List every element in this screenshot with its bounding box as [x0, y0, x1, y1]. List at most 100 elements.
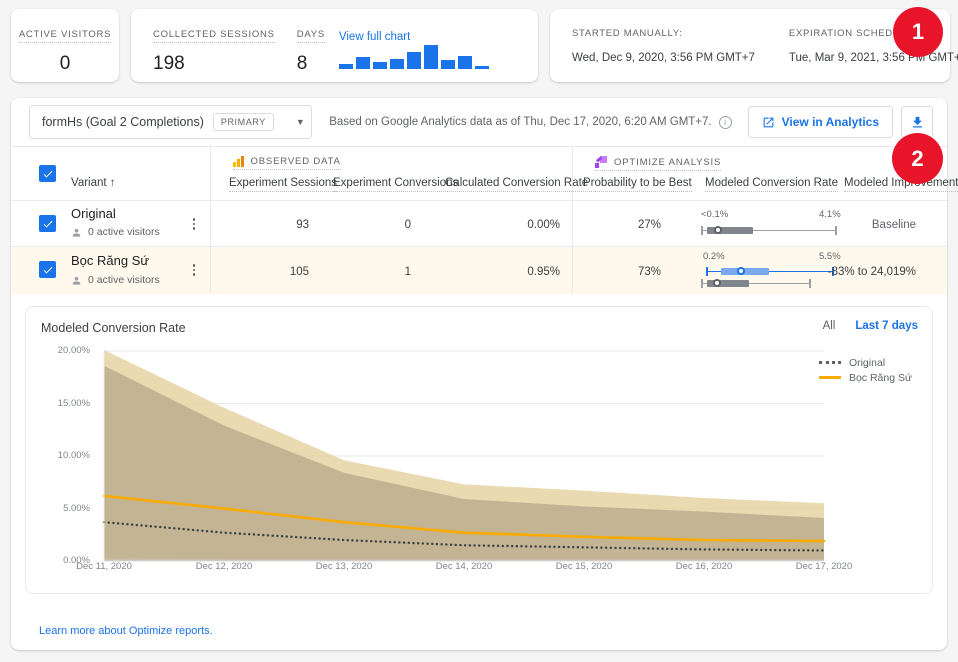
row-more-options-icon[interactable]	[186, 215, 202, 233]
active-visitors-card: ACTIVE VISITORS 0	[11, 9, 119, 82]
sparkline-bar	[474, 66, 489, 69]
cell-experiment-conversions: 0	[404, 219, 411, 231]
sessions-card: COLLECTED SESSIONS 198 DAYS 8 View full …	[131, 9, 538, 82]
sparkline-bar	[389, 59, 404, 69]
collected-sessions-value: 198	[153, 53, 185, 74]
callout-badge-2: 2	[892, 133, 943, 184]
goal-select-value: formHs (Goal 2 Completions)	[42, 115, 204, 129]
row-checkbox[interactable]	[39, 261, 56, 278]
goal-select[interactable]: formHs (Goal 2 Completions) PRIMARY ▼	[29, 105, 312, 139]
variant-name: Bọc Răng Sứ	[71, 253, 150, 268]
table-row: Bọc Răng Sứ 0 active visitors 105 1 0.95…	[11, 246, 947, 294]
column-header-variant[interactable]: Variant ↑	[71, 177, 116, 191]
started-manually-label: STARTED MANUALLY:	[572, 28, 683, 39]
column-header-probability-to-be-best[interactable]: Probability to be Best	[583, 177, 692, 192]
chart-title: Modeled Conversion Rate	[41, 321, 186, 335]
days-value: 8	[296, 53, 308, 74]
interval-high-label: 5.5%	[819, 251, 841, 262]
chart-y-tick-label: 15.00%	[57, 397, 90, 409]
cell-calculated-conversion-rate: 0.00%	[527, 219, 560, 231]
days-label: DAYS	[296, 29, 325, 43]
chart-range-controls: All Last 7 days	[823, 320, 918, 332]
cell-experiment-conversions: 1	[404, 266, 411, 278]
learn-more-link[interactable]: Learn more about Optimize reports.	[39, 625, 213, 637]
optimize-icon	[595, 156, 607, 168]
interval-low-label: 0.2%	[703, 251, 725, 262]
range-option-last-7-days[interactable]: Last 7 days	[855, 320, 918, 332]
download-icon	[912, 116, 922, 127]
external-link-icon	[763, 117, 773, 127]
chart-x-tick-label: Dec 11, 2020	[76, 561, 132, 572]
row-checkbox[interactable]	[39, 215, 56, 232]
chevron-down-icon: ▼	[295, 117, 305, 127]
days-block: DAYS 8	[296, 24, 325, 82]
optimize-experiment-report: ACTIVE VISITORS 0 COLLECTED SESSIONS 198…	[0, 0, 958, 662]
active-visitors-text: 0 active visitors	[88, 226, 160, 238]
cell-calculated-conversion-rate: 0.95%	[527, 266, 560, 278]
header-divider-2	[572, 147, 573, 201]
callout-badge-1: 1	[893, 7, 943, 57]
report-panel: formHs (Goal 2 Completions) PRIMARY ▼ Ba…	[11, 98, 958, 650]
chart-y-tick-label: 20.00%	[57, 345, 90, 356]
chart-x-tick-label: Dec 12, 2020	[195, 561, 253, 572]
bar-chart-icon	[233, 156, 244, 167]
header-divider-1	[210, 147, 211, 201]
sparkline-bar	[406, 52, 421, 69]
chart-x-tick-label: Dec 16, 2020	[675, 561, 733, 572]
cell-experiment-sessions: 105	[289, 266, 309, 278]
column-header-experiment-sessions[interactable]: Experiment Sessions	[229, 177, 338, 192]
cell-probability-to-be-best: 73%	[637, 266, 661, 278]
person-icon	[72, 276, 81, 285]
range-option-all[interactable]: All	[823, 320, 836, 332]
person-icon	[72, 228, 81, 237]
variant-active-visitors: 0 active visitors	[71, 226, 160, 238]
toolbar-right-group: Based on Google Analytics data as of Thu…	[329, 106, 933, 138]
info-icon[interactable]: i	[718, 115, 732, 129]
results-table-header: OBSERVED DATA OPTIMIZE ANALYSIS Variant …	[11, 146, 958, 201]
cell-modeled-improvement: Baseline	[871, 219, 916, 231]
view-full-chart-link[interactable]: View full chart	[339, 31, 489, 43]
column-header-modeled-conversion-rate[interactable]: Modeled Conversion Rate	[705, 177, 838, 192]
chart-y-tick-label: 5.00%	[63, 502, 90, 514]
row-more-options-icon[interactable]	[186, 261, 202, 279]
active-visitors-value: 0	[59, 53, 71, 74]
sparkline-block: View full chart	[338, 30, 489, 82]
table-row: Original 0 active visitors 93 0 0.00% 27…	[11, 200, 947, 246]
summary-cards-row: ACTIVE VISITORS 0 COLLECTED SESSIONS 198…	[11, 9, 958, 82]
observed-data-group-label: OBSERVED DATA	[233, 156, 341, 170]
goal-primary-badge: PRIMARY	[212, 113, 274, 131]
collected-sessions-label: COLLECTED SESSIONS	[153, 29, 275, 43]
view-in-analytics-button[interactable]: View in Analytics	[747, 106, 893, 138]
chart-x-tick-label: Dec 17, 2020	[795, 561, 853, 572]
interval-track-baseline	[701, 278, 841, 288]
observed-data-text: OBSERVED DATA	[250, 156, 341, 167]
chart-plot-area	[102, 349, 826, 562]
active-visitors-label: ACTIVE VISITORS	[18, 29, 112, 43]
row-divider-2	[572, 247, 573, 294]
view-in-analytics-label: View in Analytics	[781, 115, 879, 129]
sparkline-bar	[423, 45, 438, 69]
sparkline-bar	[457, 56, 472, 69]
column-header-modeled-improvement[interactable]: Modeled Improvement	[844, 177, 958, 192]
schedule-card: STARTED MANUALLY: Wed, Dec 9, 2020, 3:56…	[550, 9, 958, 82]
sessions-sparkline	[338, 43, 489, 69]
sparkline-bar	[338, 64, 353, 69]
column-header-calculated-conversion-rate[interactable]: Calculated Conversion Rate	[445, 177, 589, 192]
expiration-scheduled-value: Tue, Mar 9, 2021, 3:56 PM GMT+7	[788, 52, 958, 64]
data-freshness-text: Based on Google Analytics data as of Thu…	[329, 116, 712, 128]
interval-low-label: <0.1%	[701, 209, 729, 220]
optimize-analysis-group-label: OPTIMIZE ANALYSIS	[595, 156, 722, 171]
cell-probability-to-be-best: 27%	[637, 219, 661, 231]
active-visitors-text: 0 active visitors	[88, 274, 160, 286]
started-manually-value: Wed, Dec 9, 2020, 3:56 PM GMT+7	[572, 52, 755, 64]
chart-x-tick-label: Dec 13, 2020	[315, 561, 373, 572]
collected-sessions-block: COLLECTED SESSIONS 198	[153, 24, 275, 82]
sparkline-bar	[355, 57, 370, 69]
chart-x-tick-label: Dec 15, 2020	[555, 561, 613, 572]
report-toolbar: formHs (Goal 2 Completions) PRIMARY ▼ Ba…	[11, 98, 947, 146]
variant-active-visitors: 0 active visitors	[71, 274, 160, 286]
select-all-checkbox[interactable]	[39, 165, 56, 182]
chart-y-tick-label: 10.00%	[57, 450, 90, 461]
column-header-experiment-conversions[interactable]: Experiment Conversions	[333, 177, 459, 192]
cell-experiment-sessions: 93	[296, 219, 309, 231]
